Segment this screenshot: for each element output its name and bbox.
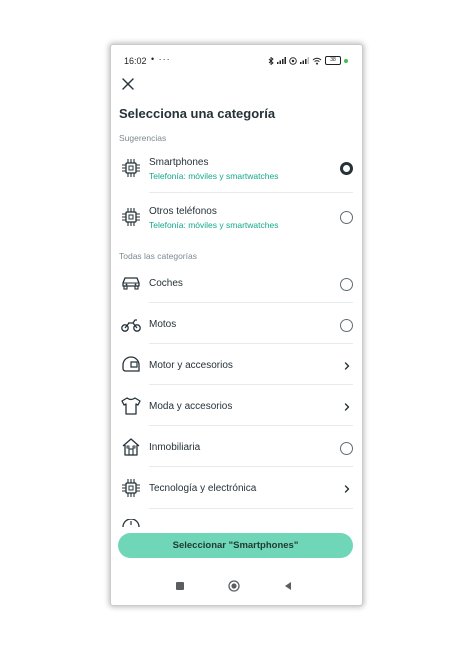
status-icons: 38: [268, 56, 348, 65]
divider: [149, 192, 353, 193]
category-row-inmobiliaria[interactable]: Inmobiliaria: [119, 430, 353, 466]
radio-unselected[interactable]: [340, 211, 353, 224]
category-title: Tecnología y electrónica: [149, 483, 257, 494]
divider: [149, 384, 353, 385]
motorcycle-icon: [121, 319, 141, 332]
category-title: Motos: [149, 319, 177, 330]
page-title: Selecciona una categoría: [119, 106, 276, 121]
chevron-right-icon: [344, 362, 350, 370]
select-category-label: Seleccionar "Smartphones": [172, 540, 299, 551]
chip-icon: [122, 479, 140, 497]
bluetooth-icon: [268, 56, 274, 65]
divider: [149, 508, 353, 509]
radio-unselected[interactable]: [340, 319, 353, 332]
status-time: 16:02: [124, 56, 147, 66]
category-title: Moda y accesorios: [149, 401, 233, 412]
category-row-motos[interactable]: Motos: [119, 307, 353, 343]
phone-screen: 16:02 • ··· 38 Selecciona una categoría …: [111, 45, 362, 605]
divider: [149, 302, 353, 303]
close-button[interactable]: [120, 76, 136, 92]
divider: [149, 466, 353, 467]
house-icon: [122, 438, 140, 456]
radio-selected[interactable]: [340, 162, 353, 175]
category-row-otros-telefonos[interactable]: Otros teléfonos Telefonía: móviles y sma…: [119, 197, 353, 241]
close-icon: [122, 78, 134, 90]
signal-icon: [277, 57, 286, 64]
car-icon: [122, 277, 140, 290]
status-notifications: • ···: [151, 54, 171, 64]
divider: [149, 425, 353, 426]
category-row-motor-accesorios[interactable]: Motor y accesorios: [119, 348, 353, 384]
chip-icon: [122, 208, 140, 226]
divider: [149, 343, 353, 344]
chevron-right-icon: [344, 485, 350, 493]
wifi-icon: [312, 57, 322, 65]
chevron-right-icon: [344, 403, 350, 411]
category-title: Coches: [149, 278, 183, 289]
section-label-suggestions: Sugerencias: [119, 133, 167, 143]
navigation-bar: [111, 575, 362, 599]
back-button[interactable]: [283, 581, 293, 591]
radio-unselected[interactable]: [340, 442, 353, 455]
helmet-icon: [122, 356, 140, 372]
category-row-smartphones[interactable]: Smartphones Telefonía: móviles y smartwa…: [119, 149, 353, 193]
category-subtitle: Telefonía: móviles y smartwatches: [149, 171, 279, 181]
signal-icon: [300, 57, 309, 64]
category-row-moda-accesorios[interactable]: Moda y accesorios: [119, 389, 353, 425]
recent-apps-button[interactable]: [176, 582, 184, 590]
active-indicator: [344, 58, 348, 63]
category-title: Motor y accesorios: [149, 360, 233, 371]
category-title: Otros teléfonos: [149, 206, 217, 217]
hotspot-icon: [289, 56, 297, 65]
category-subtitle: Telefonía: móviles y smartwatches: [149, 220, 279, 230]
category-row-coches[interactable]: Coches: [119, 267, 353, 303]
chip-icon: [122, 159, 140, 177]
battery-level: 38: [330, 57, 336, 63]
battery-icon: 38: [325, 56, 341, 65]
category-row-tecnologia-electronica[interactable]: Tecnología y electrónica: [119, 471, 353, 507]
tshirt-icon: [121, 397, 141, 415]
select-category-button[interactable]: Seleccionar "Smartphones": [118, 533, 353, 558]
partial-category-icon: [122, 519, 140, 527]
category-title: Inmobiliaria: [149, 442, 201, 453]
home-button[interactable]: [228, 580, 240, 592]
section-label-all: Todas las categorías: [119, 251, 197, 261]
category-title: Smartphones: [149, 157, 209, 168]
status-bar: 16:02 • ··· 38: [111, 54, 362, 69]
radio-unselected[interactable]: [340, 278, 353, 291]
